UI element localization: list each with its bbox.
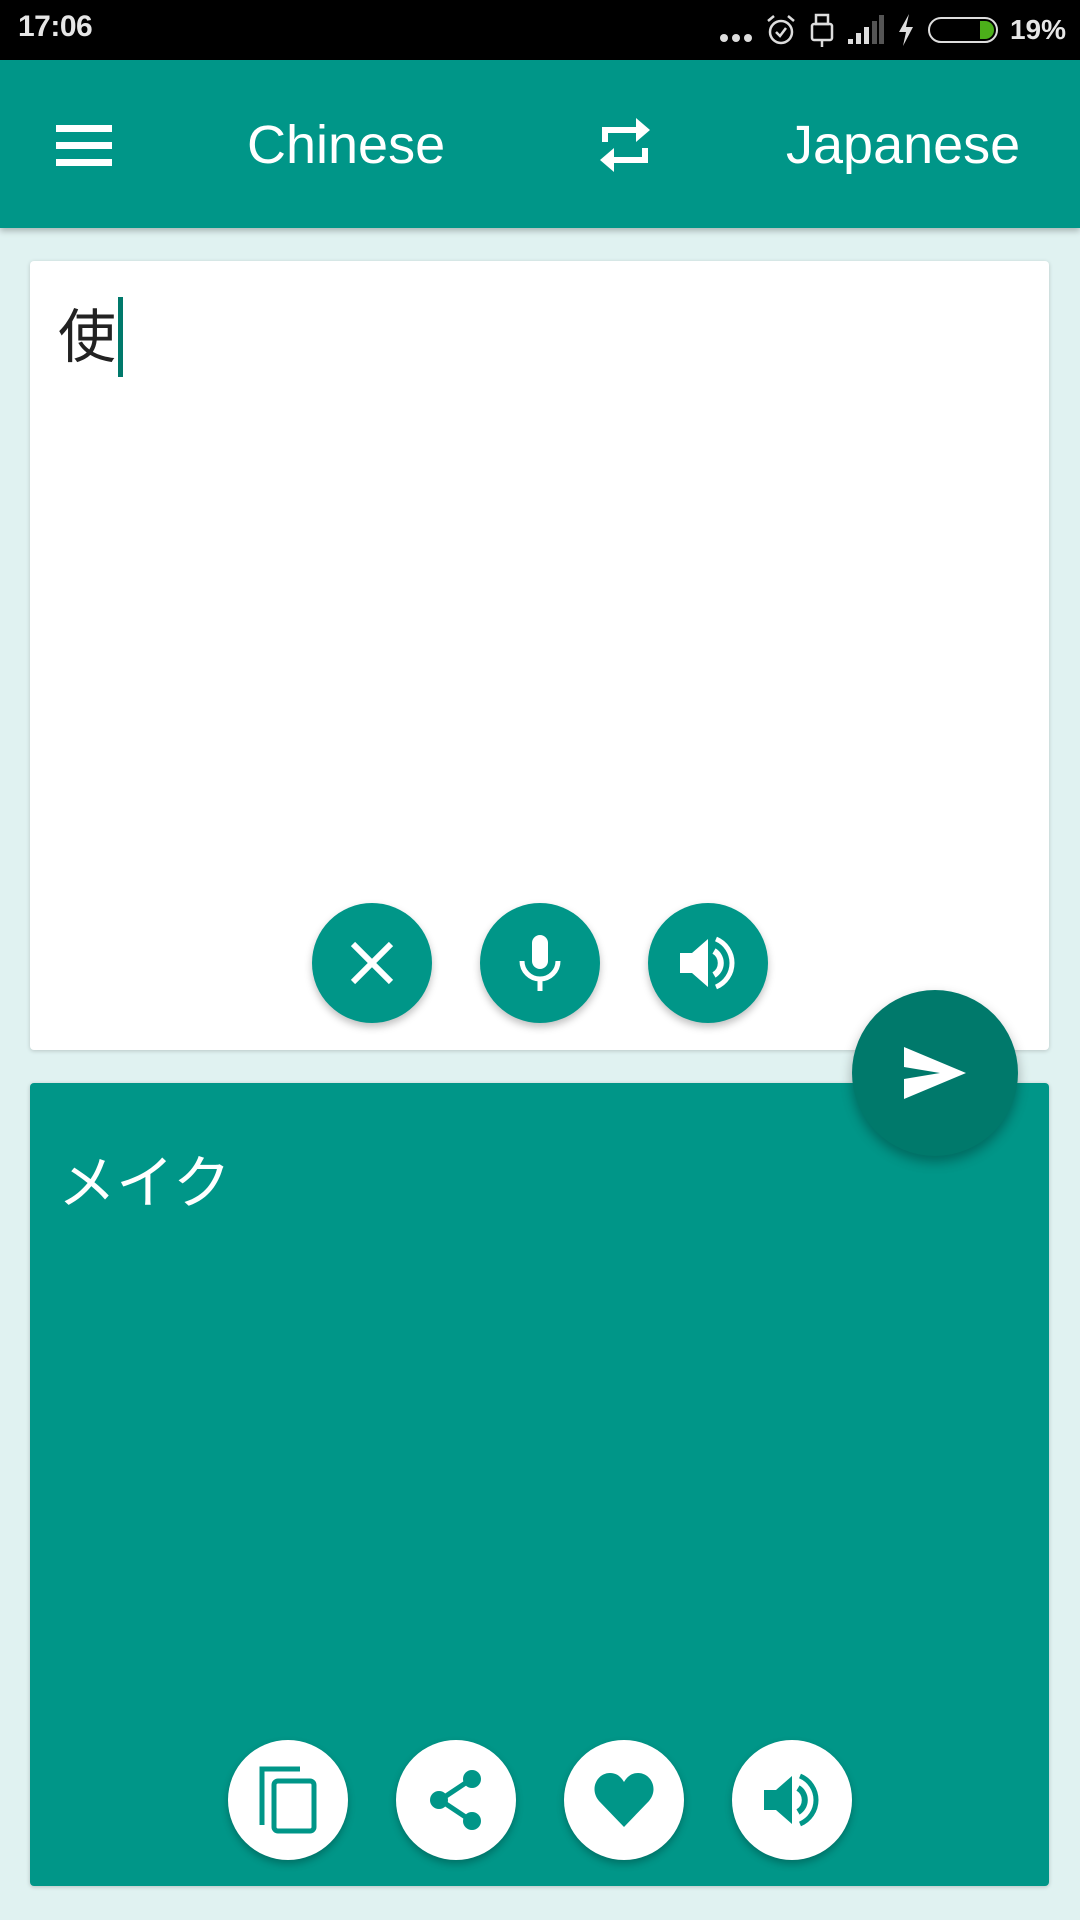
more-dots-icon (719, 18, 752, 42)
speak-translation-button[interactable] (732, 1740, 852, 1860)
charging-icon (898, 14, 913, 46)
translation-card: メイク (30, 1083, 1049, 1886)
microphone-icon (519, 935, 561, 991)
usb-icon (810, 13, 834, 47)
close-icon (350, 941, 394, 985)
voice-input-button[interactable] (480, 903, 600, 1023)
target-language-selector[interactable]: Japanese (786, 110, 1020, 180)
share-icon (430, 1770, 481, 1830)
send-icon (904, 1047, 966, 1099)
share-button[interactable] (396, 1740, 516, 1860)
copy-icon (259, 1766, 317, 1834)
battery-percent: 19% (1009, 14, 1066, 45)
speaker-icon (764, 1773, 819, 1827)
signal-icon (847, 15, 884, 44)
favorite-button[interactable] (564, 1740, 684, 1860)
speak-source-button[interactable] (648, 903, 768, 1023)
clear-button[interactable] (312, 903, 432, 1023)
status-bar: 17:06 19% (0, 0, 1080, 60)
speaker-icon (680, 936, 735, 990)
translate-button[interactable] (852, 990, 1018, 1156)
status-icons: 19% (719, 8, 1066, 52)
translation-text[interactable]: メイク (58, 1143, 231, 1223)
swap-languages-icon (600, 118, 650, 172)
hamburger-menu-icon[interactable] (40, 110, 130, 180)
app-bar: Chinese Japanese (0, 60, 1080, 228)
heart-icon (594, 1773, 654, 1827)
status-time: 17:06 (18, 10, 93, 43)
source-language-selector[interactable]: Chinese (247, 110, 445, 180)
alarm-icon (767, 15, 795, 45)
swap-languages-button[interactable] (590, 110, 660, 180)
source-text: 使 (58, 303, 117, 371)
battery-icon (927, 17, 998, 43)
text-caret (118, 297, 124, 377)
copy-button[interactable] (228, 1740, 348, 1860)
source-text-input[interactable]: 使 (58, 297, 124, 377)
